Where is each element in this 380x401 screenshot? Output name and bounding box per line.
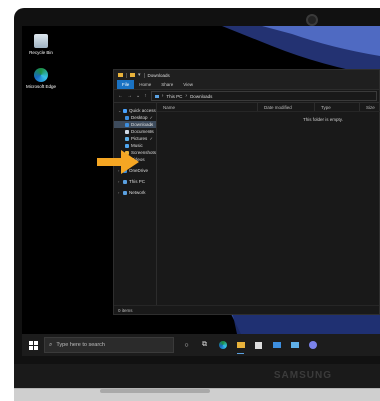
column-size[interactable]: Size [360,103,380,111]
column-headers: Name Date modified Type Size [157,103,380,112]
address-row: ← → ⌄ ↑ › This PC › Downloads [114,89,379,103]
laptop-hinge [100,389,210,393]
document-icon [125,129,129,134]
teams-icon[interactable] [308,341,317,350]
nav-item-downloads[interactable]: Downloads ✓ [114,121,157,128]
start-button[interactable] [22,334,44,356]
nav-label: Music [131,143,143,148]
music-icon [125,143,129,148]
folder-icon [118,73,123,77]
chevron-right-icon: › [161,93,164,99]
mail-icon[interactable] [272,341,281,350]
top-bezel [14,8,380,28]
nav-label: Desktop [131,115,148,120]
store-icon[interactable] [254,341,263,350]
address-bar[interactable]: › This PC › Downloads [150,91,377,101]
nav-item-music[interactable]: Music [114,142,156,149]
edge-icon[interactable] [218,341,227,350]
window-title: Downloads [147,72,170,78]
download-icon [125,122,129,127]
photos-icon[interactable] [290,341,299,350]
ribbon-tabs: File Home Share View [114,80,379,89]
network-icon [123,190,127,195]
navigation-pane: ⌄ Quick access Desktop ✓ Downloads ✓ Doc… [114,103,158,306]
edge-icon [34,68,48,82]
chevron-right-icon: › [185,93,188,99]
tab-view[interactable]: View [178,80,198,89]
item-count: 0 items [118,307,133,313]
up-arrow-icon[interactable]: ↑ [144,93,147,99]
taskbar-search-box[interactable]: ⌕ Type here to search [44,337,174,353]
task-view-icon[interactable]: ⧉ [200,341,209,350]
nav-label: Pictures [131,136,148,141]
explorer-body: ⌄ Quick access Desktop ✓ Downloads ✓ Doc… [114,103,380,306]
quick-access-toolbar-icon[interactable] [130,73,135,77]
search-placeholder: Type here to search [56,342,105,348]
explorer-titlebar[interactable]: ▾ Downloads [114,70,379,80]
recent-locations-icon[interactable]: ⌄ [136,93,140,99]
file-list-pane: Name Date modified Type Size This folder… [157,103,380,306]
chevron-right-icon[interactable]: › [118,179,121,184]
desktop-icon [125,115,129,120]
breadcrumb-downloads[interactable]: Downloads [190,94,212,99]
nav-item-desktop[interactable]: Desktop ✓ [114,114,156,121]
forward-arrow-icon[interactable]: → [127,93,132,99]
chevron-right-icon[interactable]: › [118,190,121,195]
desktop-icon-recycle-bin[interactable]: Recycle Bin [24,34,58,55]
column-type[interactable]: Type [315,103,361,111]
tab-share[interactable]: Share [156,80,178,89]
chevron-down-icon[interactable]: ⌄ [118,108,121,113]
tab-home[interactable]: Home [134,80,156,89]
pin-icon: ✓ [149,115,154,120]
windows-icon [28,340,38,350]
empty-folder-message: This folder is empty. [303,117,343,122]
back-arrow-icon[interactable]: ← [118,93,123,99]
pin-icon: ✓ [149,129,154,134]
taskbar: ⌕ Type here to search ○ ⧉ [22,334,380,356]
cortana-icon[interactable]: ○ [182,341,191,350]
nav-network[interactable]: › Network [114,189,156,196]
chevron-down-icon[interactable]: ▾ [138,72,141,78]
pin-icon: ✓ [149,136,154,141]
nav-this-pc[interactable]: › This PC [114,178,156,185]
this-pc-icon [154,94,159,98]
column-name[interactable]: Name [157,103,259,111]
brand-logo: SAMSUNG [273,370,332,381]
desktop-icon-label: Microsoft Edge [25,84,56,89]
divider [126,72,127,78]
status-bar: 0 items [114,305,379,314]
screen: Recycle Bin Microsoft Edge ▾ Downloads F… [22,26,380,356]
search-icon: ⌕ [49,341,53,348]
webcam-icon [306,14,318,26]
nav-item-pictures[interactable]: Pictures ✓ [114,135,156,142]
desktop-icon-label: Recycle Bin [29,50,53,55]
star-icon [123,108,127,113]
nav-label: Quick access [129,108,156,113]
tab-file[interactable]: File [117,80,135,89]
divider [143,72,145,78]
breadcrumb-this-pc[interactable]: This PC [166,94,182,99]
pointer-arrow-icon [97,150,139,174]
nav-label: This PC [129,179,146,184]
pin-icon: ✓ [149,122,154,127]
pictures-icon [125,136,129,141]
column-date-modified[interactable]: Date modified [258,103,316,111]
nav-label: Network [129,190,146,195]
file-explorer-icon[interactable] [236,341,245,354]
file-explorer-window: ▾ Downloads File Home Share View ← → ⌄ ↑… [113,69,380,315]
desktop-icon-edge[interactable]: Microsoft Edge [24,68,58,89]
taskbar-icons: ○ ⧉ [182,341,317,354]
nav-item-documents[interactable]: Documents ✓ [114,128,156,135]
nav-quick-access[interactable]: ⌄ Quick access [114,107,156,114]
computer-icon [123,179,127,184]
recycle-bin-icon [34,34,48,48]
